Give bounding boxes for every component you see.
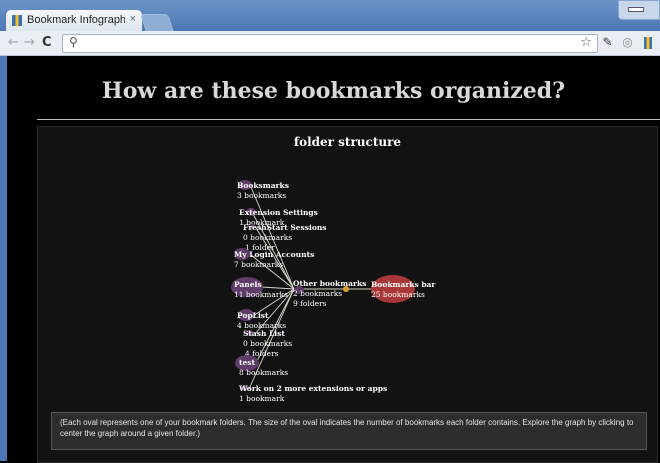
folder-name: Extension Settings — [239, 208, 318, 217]
minimize-button[interactable] — [618, 0, 660, 20]
new-tab-button[interactable] — [140, 14, 174, 32]
edge-junction-dot — [343, 286, 349, 292]
graph-explanation-note: (Each oval represents one of your bookma… — [51, 412, 647, 450]
folder-bookmark-count: 2 bookmarks — [293, 289, 342, 298]
tab-title: Bookmark Infographic for C — [27, 14, 125, 26]
folder-bookmark-count: 25 bookmarks — [371, 290, 425, 299]
bookmark-favicon-icon — [12, 15, 22, 26]
folder-bookmark-count: 0 bookmarks — [243, 339, 292, 348]
folder-node-work-on-2-more[interactable]: Work on 2 more extensions or apps1 bookm… — [238, 384, 387, 403]
folder-node-freshstart-sessions[interactable]: FreshStart Sessions0 bookmarks1 folder — [243, 223, 327, 252]
back-icon[interactable]: ← — [8, 35, 19, 50]
folder-node-other-bookmarks[interactable]: Other bookmarks2 bookmarks9 folders — [293, 279, 366, 308]
folder-name: Panels — [234, 280, 262, 289]
forward-icon[interactable]: → — [24, 35, 35, 50]
divider — [37, 119, 660, 120]
folder-name: PopList — [237, 311, 269, 320]
tab-close-icon[interactable]: × — [130, 13, 136, 25]
folder-node-stash-list[interactable]: Stash List0 bookmarks4 folders — [243, 329, 292, 358]
folder-node-my-login-accounts[interactable]: My Login Accounts7 bookmarks — [234, 248, 314, 269]
folder-name: Bookmarks bar — [371, 280, 436, 289]
folder-name: FreshStart Sessions — [243, 223, 327, 232]
eyedropper-extension-icon[interactable]: ✎ — [600, 35, 615, 50]
window-frame-edge — [0, 56, 7, 461]
window-titlebar: Bookmark Infographic for C × — [0, 0, 660, 32]
edge-panels — [261, 286, 295, 290]
reload-icon[interactable]: C — [42, 35, 52, 50]
folder-name: Booksmarks — [237, 181, 289, 190]
folder-node-booksmarks[interactable]: Booksmarks3 bookmarks — [237, 180, 289, 200]
bookmark-star-icon[interactable]: ☆ — [580, 35, 592, 50]
folder-name: Other bookmarks — [293, 279, 366, 288]
folder-bookmark-count: 3 bookmarks — [237, 191, 286, 200]
search-icon: ⚲ — [69, 35, 78, 49]
bookmark-infographic-extension-icon[interactable] — [644, 37, 652, 49]
page-content: How are these bookmarks organized? folde… — [7, 56, 660, 463]
browser-tab[interactable]: Bookmark Infographic for C × — [6, 10, 142, 31]
browser-toolbar: ← → C ⚲ ☆ ✎ ◎ — [0, 31, 660, 56]
folder-bookmark-count: 11 bookmarks — [234, 290, 288, 299]
folder-bookmark-count: 0 bookmarks — [243, 233, 292, 242]
folder-graph[interactable]: Booksmarks3 bookmarks Extension Settings 1… — [38, 127, 657, 412]
address-bar[interactable]: ⚲ ☆ — [62, 34, 598, 53]
folder-node-bookmarks-bar[interactable]: Bookmarks bar25 bookmarks — [371, 275, 436, 303]
folder-bookmark-count: 7 bookmarks — [234, 260, 283, 269]
minimize-icon — [628, 7, 644, 12]
folder-name: test — [239, 358, 255, 367]
page-title: How are these bookmarks organized? — [101, 78, 566, 104]
folder-name: Stash List — [243, 329, 285, 338]
extension-badge-icon[interactable]: ◎ — [620, 35, 635, 50]
folder-node-test[interactable]: test8 bookmarks — [235, 355, 288, 377]
folder-node-poplist[interactable]: PopList4 bookmarks — [237, 309, 286, 330]
folder-bookmark-count: 8 bookmarks — [239, 368, 288, 377]
folder-bookmark-count: 1 bookmark — [239, 394, 285, 403]
folder-subfolder-count: 9 folders — [293, 299, 327, 308]
graph-nodes: Booksmarks3 bookmarks Extension Settings 1… — [231, 180, 436, 403]
folder-name: Work on 2 more extensions or apps — [238, 384, 387, 393]
folder-name: My Login Accounts — [234, 250, 314, 259]
folder-structure-panel: folder structure Booksmarks 3 bookmarks Ex… — [37, 126, 658, 463]
